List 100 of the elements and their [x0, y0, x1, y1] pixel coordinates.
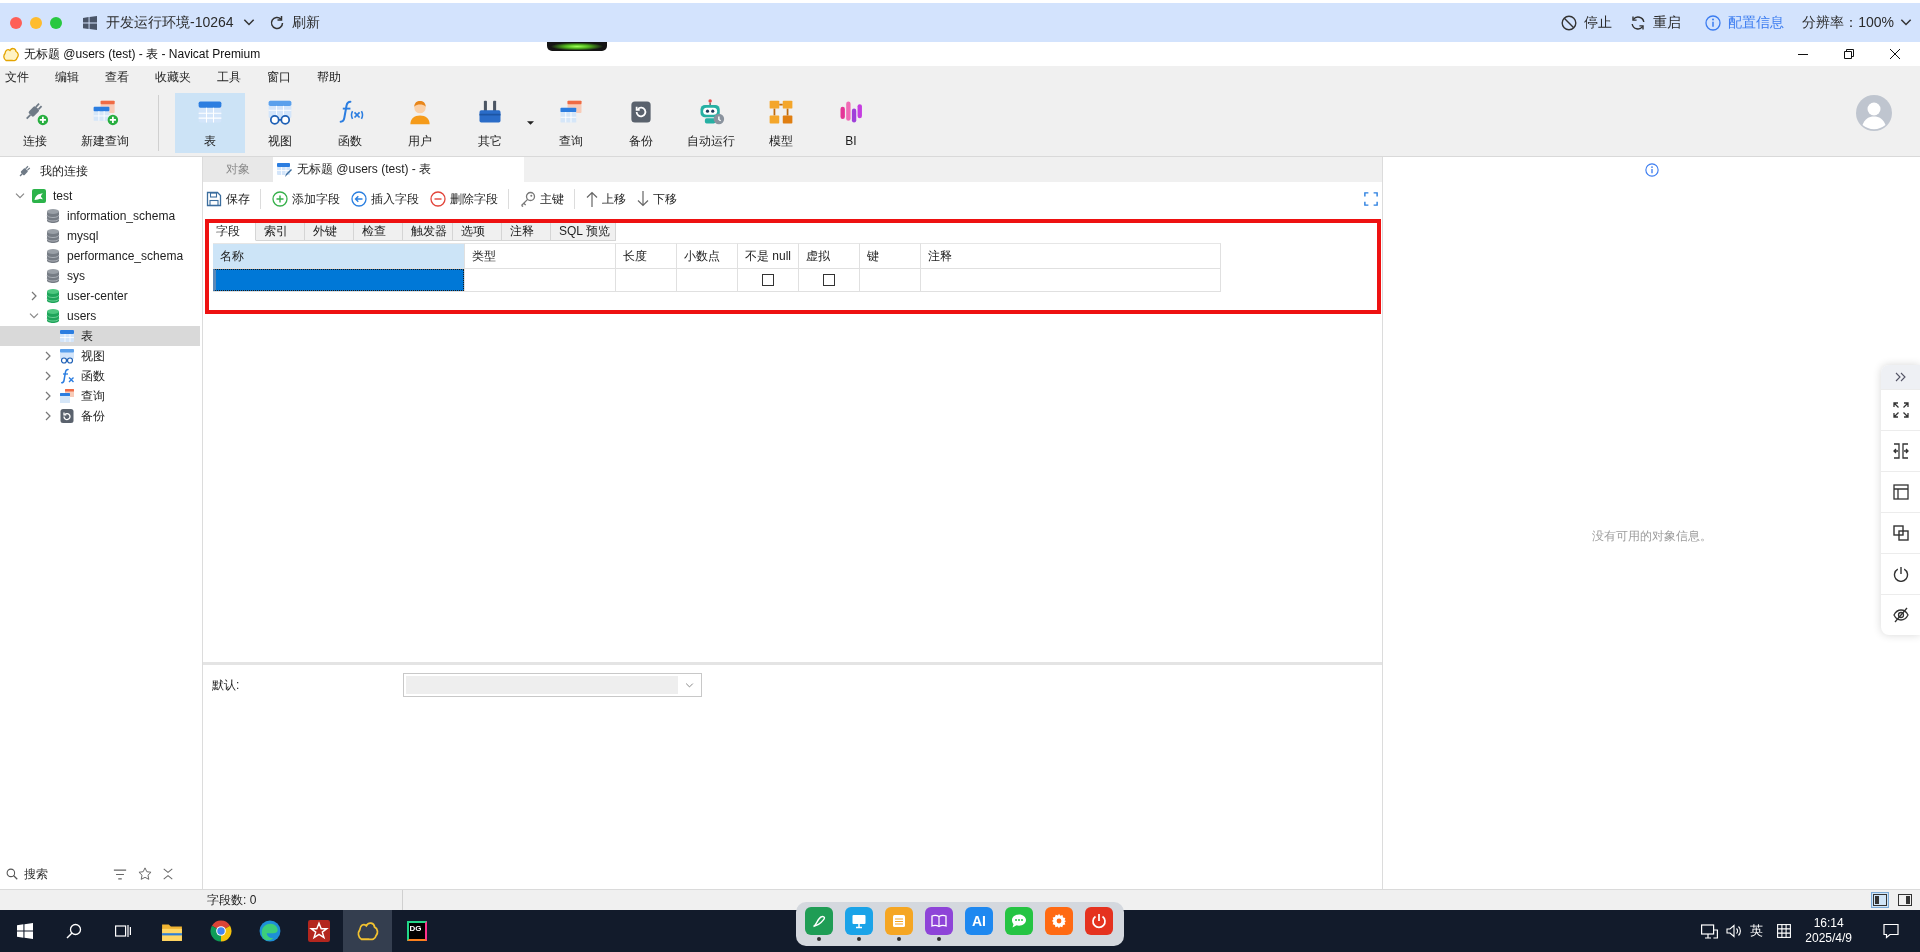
menu-item[interactable]: 帮助: [317, 68, 341, 86]
tree-item[interactable]: mysql: [0, 226, 200, 246]
restart-button[interactable]: 重启: [1630, 9, 1682, 36]
filter-icon[interactable]: [113, 868, 127, 880]
fullscreen-icon[interactable]: [1892, 402, 1909, 418]
overlapping-squares-icon[interactable]: [1892, 525, 1909, 541]
tab[interactable]: 索引: [256, 221, 305, 241]
keyboard-grid-icon[interactable]: [1777, 924, 1792, 938]
toolbar-button[interactable]: 其它: [455, 93, 525, 153]
tree-item[interactable]: user-center: [0, 286, 200, 306]
tab[interactable]: 检查: [354, 221, 403, 241]
layout-toggle-button[interactable]: [1871, 892, 1889, 908]
chevron-right-icon[interactable]: [45, 371, 51, 381]
tab[interactable]: 选项: [453, 221, 502, 241]
tree-item[interactable]: test: [0, 186, 200, 206]
dock-app-button[interactable]: [805, 907, 833, 935]
tree-item[interactable]: 视图: [0, 346, 200, 366]
toolbar-button[interactable]: 备份: [606, 93, 676, 153]
toolbar-button[interactable]: 函数: [315, 93, 385, 153]
network-icon[interactable]: [1701, 923, 1719, 939]
toolbar-button[interactable]: BI: [816, 93, 886, 153]
eye-slash-icon[interactable]: [1892, 607, 1909, 623]
notification-icon[interactable]: [1883, 923, 1899, 939]
menu-item[interactable]: 工具: [217, 68, 241, 86]
environment-dropdown[interactable]: 开发运行环境-10264: [83, 9, 255, 36]
tree-item[interactable]: performance_schema: [0, 246, 200, 266]
grid-cell[interactable]: [465, 269, 616, 292]
primary-key-button[interactable]: 主键: [518, 187, 566, 211]
zoom-dot-icon[interactable]: [50, 16, 62, 29]
column-header[interactable]: 虚拟: [799, 243, 860, 269]
tab[interactable]: 无标题 @users (test) - 表: [273, 157, 524, 182]
collapse-icon[interactable]: [162, 868, 174, 880]
toolbar-button[interactable]: 用户: [385, 93, 455, 153]
column-header[interactable]: 不是 null: [738, 243, 799, 269]
chevron-down-icon[interactable]: [15, 193, 25, 199]
expand-icon[interactable]: [1364, 192, 1378, 206]
tab[interactable]: SQL 预览: [551, 221, 616, 241]
column-header[interactable]: 长度: [616, 243, 677, 269]
column-header[interactable]: 类型: [465, 243, 616, 269]
chevron-right-icon[interactable]: [31, 291, 37, 301]
layout-icon[interactable]: [1892, 484, 1909, 500]
chevron-right-icon[interactable]: [45, 351, 51, 361]
resolution-dropdown[interactable]: 分辨率：100%: [1802, 9, 1912, 36]
toolbar-button[interactable]: 视图: [245, 93, 315, 153]
name-input-cell[interactable]: [213, 269, 464, 291]
tab[interactable]: 外键: [305, 221, 354, 241]
grid-cell[interactable]: [616, 269, 677, 292]
menu-item[interactable]: 窗口: [267, 68, 291, 86]
tree-item[interactable]: users: [0, 306, 200, 326]
chevron-right-icon[interactable]: [45, 391, 51, 401]
move-down-button[interactable]: 下移: [635, 187, 679, 211]
tree-item[interactable]: information_schema: [0, 206, 200, 226]
power-icon[interactable]: [1892, 566, 1909, 582]
chevron-down-icon[interactable]: [29, 313, 39, 319]
chevron-right-icon[interactable]: [45, 411, 51, 421]
grid-cell[interactable]: [860, 269, 921, 292]
layout-toggle-button[interactable]: [1896, 892, 1914, 908]
refresh-button[interactable]: 刷新: [268, 9, 320, 36]
toolbar-button[interactable]: 表: [175, 93, 245, 153]
column-header[interactable]: 注释: [921, 243, 1221, 269]
tree-item[interactable]: 查询: [0, 386, 200, 406]
minimize-dot-icon[interactable]: [30, 16, 42, 29]
column-header[interactable]: 小数点: [677, 243, 738, 269]
close-dot-icon[interactable]: [10, 16, 22, 29]
tree-item[interactable]: 函数: [0, 366, 200, 386]
move-up-button[interactable]: 上移: [584, 187, 628, 211]
toolbar-button[interactable]: 查询: [536, 93, 606, 153]
dock-app-button[interactable]: [1085, 907, 1113, 935]
save-button[interactable]: 保存: [204, 187, 252, 211]
menu-item[interactable]: 收藏夹: [155, 68, 191, 86]
toolbar-button[interactable]: 模型: [746, 93, 816, 153]
volume-icon[interactable]: [1726, 924, 1743, 938]
delete-field-button[interactable]: 删除字段: [428, 187, 500, 211]
tree-item[interactable]: 表: [0, 326, 200, 346]
toolbar-button[interactable]: 新建查询: [70, 93, 140, 153]
taskbar-app-button[interactable]: [343, 910, 392, 952]
column-header[interactable]: 键: [860, 243, 921, 269]
menu-item[interactable]: 查看: [105, 68, 129, 86]
input-language-indicator[interactable]: 英: [1750, 922, 1764, 940]
tab[interactable]: 注释: [502, 221, 551, 241]
dock-app-button[interactable]: [845, 907, 873, 935]
menu-item[interactable]: 文件: [5, 68, 29, 86]
stop-button[interactable]: 停止: [1561, 9, 1613, 36]
toolbar-button[interactable]: 连接: [0, 93, 70, 153]
menu-item[interactable]: 编辑: [55, 68, 79, 86]
dock-app-button[interactable]: AI: [965, 907, 993, 935]
caret-icon[interactable]: [527, 121, 534, 125]
search-input[interactable]: 搜索: [24, 865, 94, 883]
grid-cell[interactable]: [677, 269, 738, 292]
info-icon[interactable]: [1644, 163, 1659, 177]
tree-item[interactable]: 备份: [0, 406, 200, 426]
insert-field-button[interactable]: 插入字段: [349, 187, 421, 211]
split-view-icon[interactable]: [1892, 443, 1909, 459]
column-header[interactable]: 名称: [213, 243, 465, 269]
add-field-button[interactable]: 添加字段: [270, 187, 342, 211]
checkbox[interactable]: [823, 274, 835, 286]
checkbox[interactable]: [762, 274, 774, 286]
grid-cell[interactable]: [921, 269, 1221, 292]
dock-app-button[interactable]: [925, 907, 953, 935]
taskbar-app-button[interactable]: DG: [392, 910, 441, 952]
